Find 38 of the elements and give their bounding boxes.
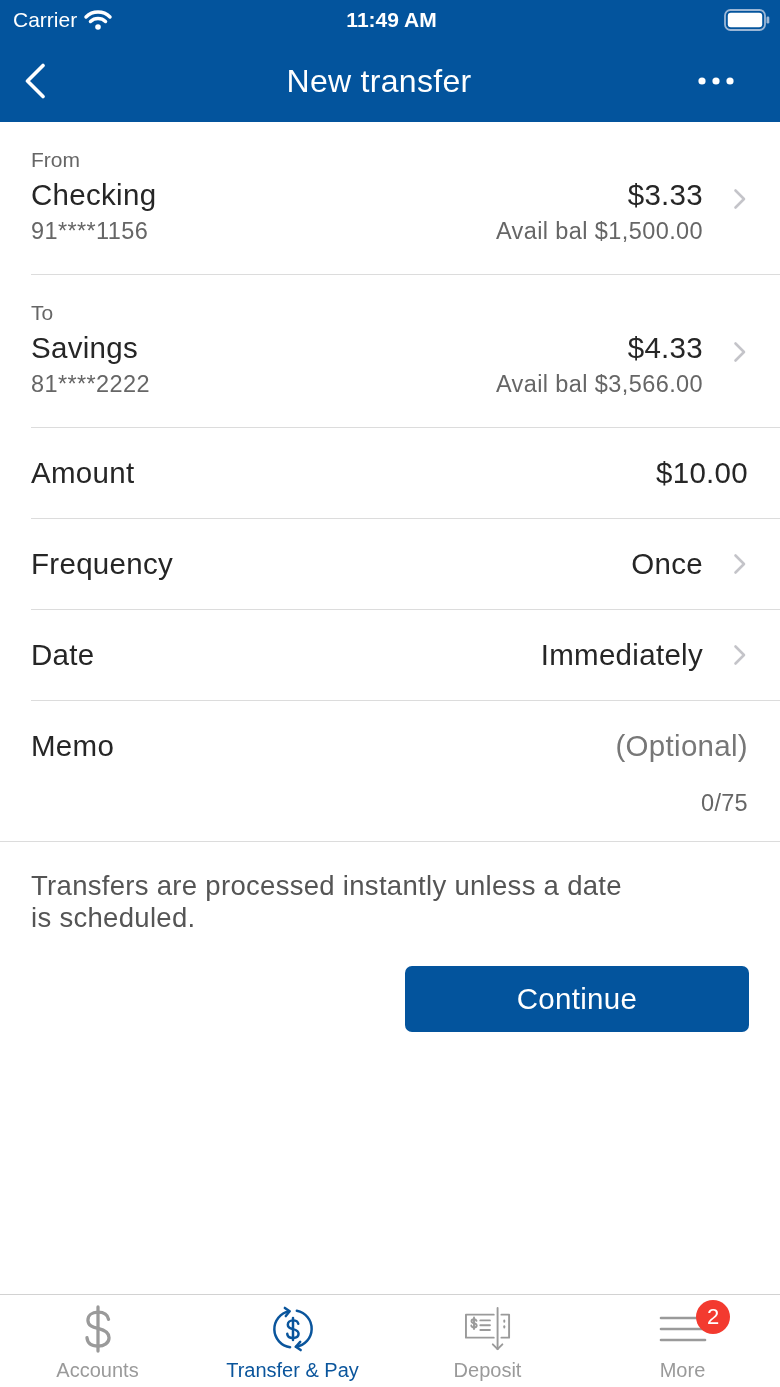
back-button[interactable] [24, 63, 46, 99]
back-icon [24, 63, 46, 99]
field-label: Frequency [31, 547, 174, 581]
menu-icon [658, 1315, 707, 1343]
section-label: To [31, 300, 54, 326]
tab[interactable]: Transfer & Pay [195, 1295, 390, 1387]
available-balance: Avail bal $1,500.00 [495, 217, 703, 245]
info-note: Transfers are processed instantly unless a date is scheduled. [31, 870, 623, 934]
available-balance: Avail bal $3,566.00 [495, 370, 703, 398]
account-number: 81****2222 [31, 370, 150, 398]
memo-input[interactable]: (Optional) [134, 729, 748, 763]
field-value[interactable]: Once [631, 547, 703, 581]
account-name: Checking [31, 177, 157, 213]
account-balance: $3.33 [627, 177, 703, 213]
chevron-icon[interactable] [733, 341, 747, 363]
chevron-icon[interactable] [733, 553, 747, 575]
account-balance: $4.33 [627, 330, 703, 366]
wifi-icon [83, 7, 114, 30]
account-name: Savings [31, 330, 139, 366]
tab[interactable]: More 2 [585, 1295, 780, 1387]
chevron-icon[interactable] [733, 188, 747, 210]
field-label: Date [31, 638, 95, 672]
more-button[interactable] [698, 77, 734, 85]
character-counter: 0/75 [701, 789, 748, 817]
screen-title: New transfer [286, 62, 472, 100]
more-icon [698, 77, 734, 85]
account-number: 91****1156 [31, 217, 149, 245]
field-label: Memo [31, 729, 115, 763]
battery-icon [724, 9, 770, 31]
section-label: From [31, 147, 80, 173]
notification-badge: 2 [696, 1300, 730, 1334]
field-value: $10.00 [655, 456, 748, 490]
field-label: Amount [31, 456, 135, 490]
status-time: 11:49 AM [346, 8, 437, 32]
continue-button[interactable]: Continue [405, 966, 749, 1032]
field-value[interactable]: Immediately [540, 638, 703, 672]
carrier-name: Carrier [13, 8, 78, 32]
chevron-icon[interactable] [733, 644, 747, 666]
